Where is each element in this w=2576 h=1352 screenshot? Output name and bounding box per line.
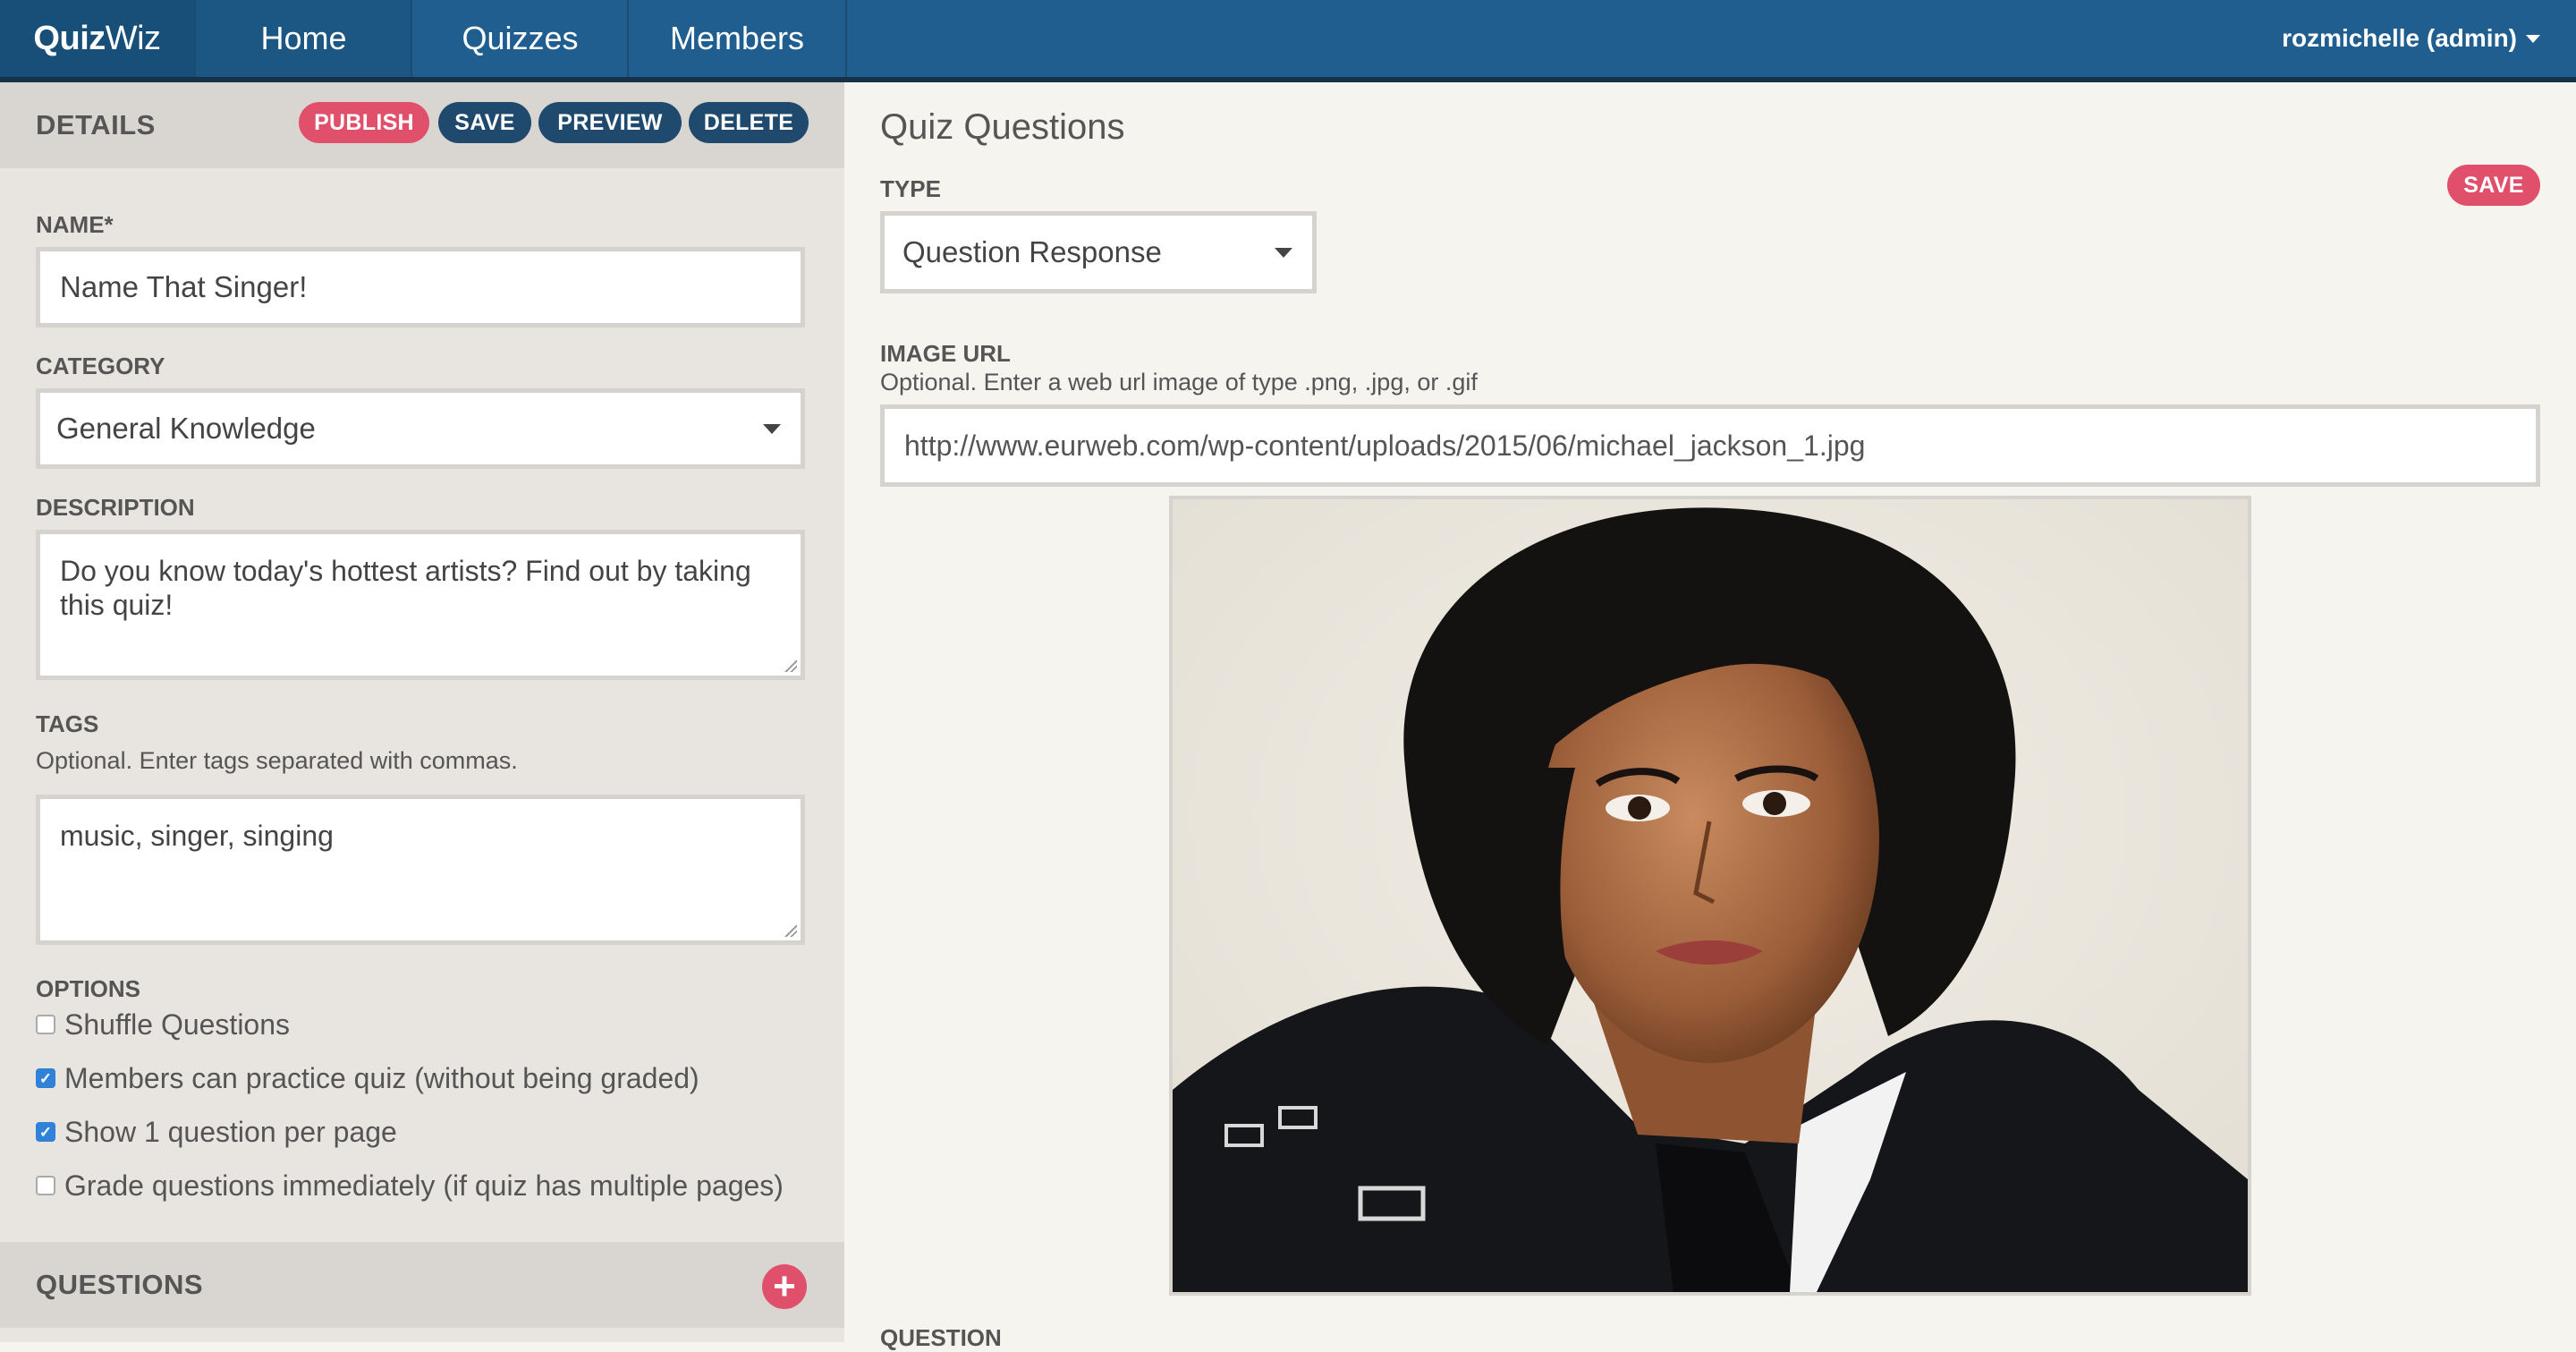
top-navbar: Quiz Wiz Home Quizzes Members rozmichelle… <box>0 0 2576 82</box>
image-url-help: Optional. Enter a web url image of type … <box>880 369 1478 395</box>
user-menu-label: rozmichelle (admin) <box>2282 24 2517 52</box>
nav-quizzes[interactable]: Quizzes <box>411 0 628 77</box>
checkbox[interactable] <box>36 1176 55 1195</box>
quiz-questions-panel: Quiz Questions SAVE TYPE Question Respon… <box>844 82 2576 1351</box>
publish-button[interactable]: PUBLISH <box>299 102 429 143</box>
check-icon: ✓ <box>38 1069 53 1087</box>
category-select-value: General Knowledge <box>56 412 316 445</box>
option-one-question-per-page[interactable]: ✓ Show 1 question per page <box>36 1114 397 1150</box>
save-button[interactable]: SAVE <box>438 102 531 143</box>
checkbox[interactable] <box>36 1015 55 1034</box>
chevron-down-icon <box>1275 248 1292 258</box>
check-icon: ✓ <box>38 1123 53 1141</box>
option-label: Grade questions immediately (if quiz has… <box>64 1169 784 1202</box>
question-save-button[interactable]: SAVE <box>2447 165 2540 206</box>
image-url-label: IMAGE URL <box>880 340 1011 367</box>
tags-help: Optional. Enter tags separated with comm… <box>36 747 518 774</box>
image-preview <box>1169 496 2251 1296</box>
type-select[interactable]: Question Response <box>880 211 1317 293</box>
details-panel: DETAILS PUBLISH SAVE PREVIEW DELETE NAME… <box>0 82 844 1342</box>
category-label: CATEGORY <box>36 353 165 379</box>
quiz-questions-title: Quiz Questions <box>880 107 1125 147</box>
details-title: DETAILS <box>36 109 156 140</box>
add-question-button[interactable]: + <box>762 1264 807 1309</box>
name-input-value: Name That Singer! <box>60 270 308 303</box>
details-header: DETAILS PUBLISH SAVE PREVIEW DELETE <box>0 82 844 168</box>
tags-textarea-value: music, singer, singing <box>60 820 334 852</box>
checkbox[interactable]: ✓ <box>36 1122 55 1142</box>
category-select[interactable]: General Knowledge <box>36 388 805 469</box>
brand-logo-light: Wiz <box>105 19 161 57</box>
type-select-value: Question Response <box>902 235 1162 268</box>
type-label: TYPE <box>880 175 941 202</box>
tags-textarea[interactable]: music, singer, singing <box>36 795 805 945</box>
user-menu[interactable]: rozmichelle (admin) <box>2282 0 2540 77</box>
checkbox[interactable]: ✓ <box>36 1068 55 1088</box>
resize-grip-icon[interactable] <box>784 659 797 672</box>
tags-label: TAGS <box>36 710 99 737</box>
option-shuffle-questions[interactable]: Shuffle Questions <box>36 1007 290 1042</box>
resize-grip-icon[interactable] <box>784 924 797 937</box>
chevron-down-icon <box>2526 34 2540 43</box>
questions-title: QUESTIONS <box>36 1269 204 1300</box>
image-url-input-value: http://www.eurweb.com/wp-content/uploads… <box>904 429 1866 462</box>
option-label: Members can practice quiz (without being… <box>64 1061 699 1094</box>
nav-members[interactable]: Members <box>627 0 847 77</box>
description-textarea-value: Do you know today's hottest artists? Fin… <box>60 555 751 621</box>
option-grade-immediately[interactable]: Grade questions immediately (if quiz has… <box>36 1168 784 1203</box>
brand-logo[interactable]: Quiz Wiz <box>0 0 194 77</box>
option-label: Show 1 question per page <box>64 1115 397 1148</box>
option-label: Shuffle Questions <box>64 1008 291 1041</box>
description-textarea[interactable]: Do you know today's hottest artists? Fin… <box>36 530 805 680</box>
option-members-practice[interactable]: ✓ Members can practice quiz (without bei… <box>36 1060 699 1096</box>
questions-header: QUESTIONS + <box>0 1242 844 1328</box>
question-label: QUESTION <box>880 1324 1002 1351</box>
delete-button[interactable]: DELETE <box>689 102 809 143</box>
brand-logo-bold: Quiz <box>33 19 106 57</box>
name-label: NAME* <box>36 211 114 238</box>
name-input[interactable]: Name That Singer! <box>36 247 805 327</box>
chevron-down-icon <box>763 424 781 434</box>
nav-home[interactable]: Home <box>194 0 411 77</box>
description-label: DESCRIPTION <box>36 494 195 521</box>
plus-icon: + <box>773 1264 796 1308</box>
portrait-image <box>1173 499 2248 1292</box>
options-label: OPTIONS <box>36 975 141 1002</box>
preview-button[interactable]: PREVIEW <box>538 102 682 143</box>
image-url-input[interactable]: http://www.eurweb.com/wp-content/uploads… <box>880 404 2540 487</box>
